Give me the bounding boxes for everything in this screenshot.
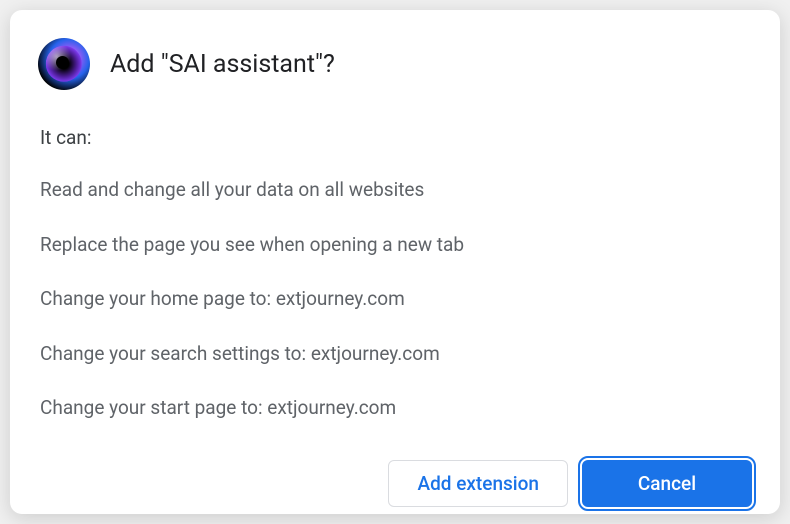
permission-item: Read and change all your data on all web… bbox=[40, 177, 752, 204]
permission-item: Change your search settings to: extjourn… bbox=[40, 341, 752, 368]
permission-item: Change your start page to: extjourney.co… bbox=[40, 395, 752, 422]
dialog-header: Add "SAI assistant"? bbox=[38, 38, 752, 90]
extension-install-dialog: Add "SAI assistant"? It can: Read and ch… bbox=[10, 10, 780, 514]
permission-item: Replace the page you see when opening a … bbox=[40, 232, 752, 259]
dialog-footer: Add extension Cancel bbox=[38, 460, 752, 507]
extension-icon bbox=[38, 38, 90, 90]
permission-item: Change your home page to: extjourney.com bbox=[40, 286, 752, 313]
dialog-title: Add "SAI assistant"? bbox=[110, 50, 335, 79]
cancel-button[interactable]: Cancel bbox=[582, 460, 752, 507]
permissions-label: It can: bbox=[40, 126, 752, 149]
dialog-body: It can: Read and change all your data on… bbox=[38, 126, 752, 450]
add-extension-button[interactable]: Add extension bbox=[388, 460, 568, 507]
